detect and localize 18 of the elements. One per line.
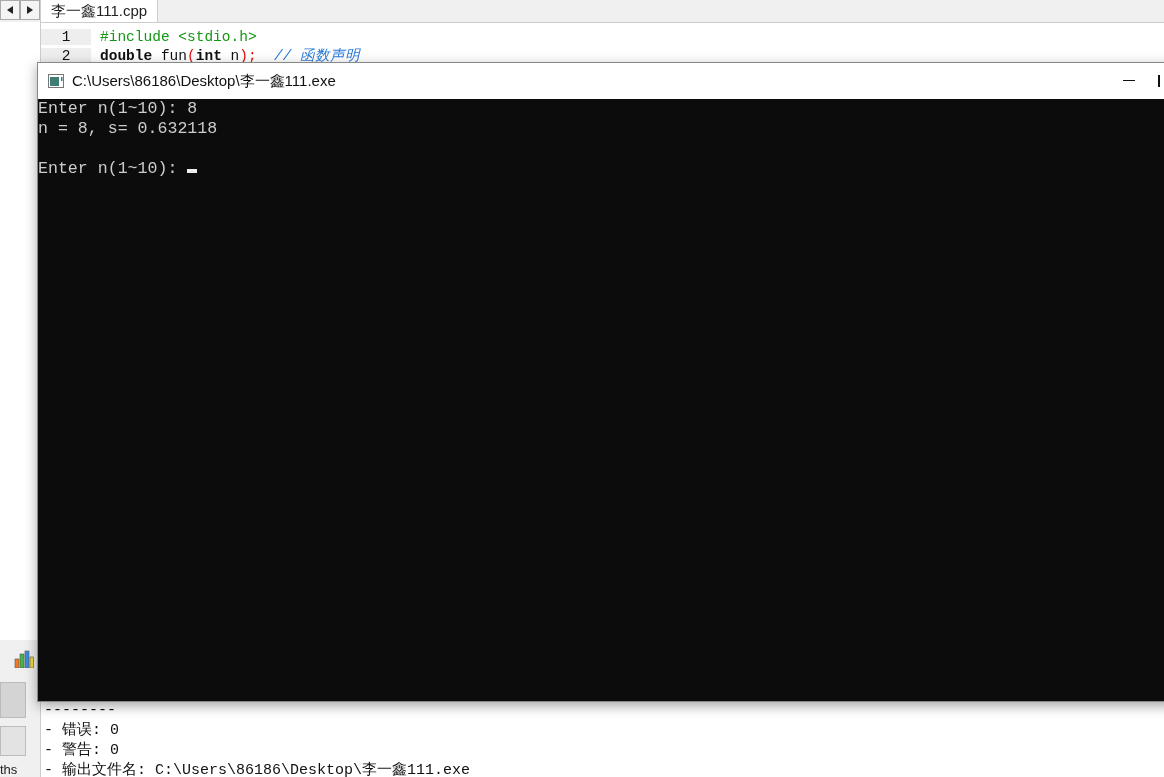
right-arrow-icon	[27, 6, 33, 14]
log-line: --------	[44, 701, 117, 721]
minimize-icon	[1123, 80, 1135, 82]
window-title: C:\Users\86186\Desktop\李一鑫111.exe	[72, 71, 337, 91]
scroll-right-button[interactable]	[20, 0, 40, 20]
left-arrow-icon	[7, 6, 13, 14]
side-label: ths	[0, 762, 19, 777]
log-line: - 错误: 0	[44, 721, 120, 741]
line-number: 2	[41, 47, 91, 64]
file-tab[interactable]: 李一鑫111.cpp	[41, 0, 159, 22]
bar-chart-icon[interactable]	[14, 650, 34, 668]
log-line: - 输出文件名: C:\Users\86186\Desktop\李一鑫111.exe	[44, 761, 472, 777]
console-app-icon	[48, 74, 64, 88]
code-line: #include <stdio.h>	[99, 28, 257, 45]
log-line: - 警告: 0	[44, 741, 120, 761]
line-number: 1	[41, 28, 91, 45]
console-output: Enter n(1~10): 8 n = 8, s= 0.632118 Enter n(1~10):	[38, 99, 219, 179]
scroll-left-button[interactable]	[0, 0, 20, 20]
